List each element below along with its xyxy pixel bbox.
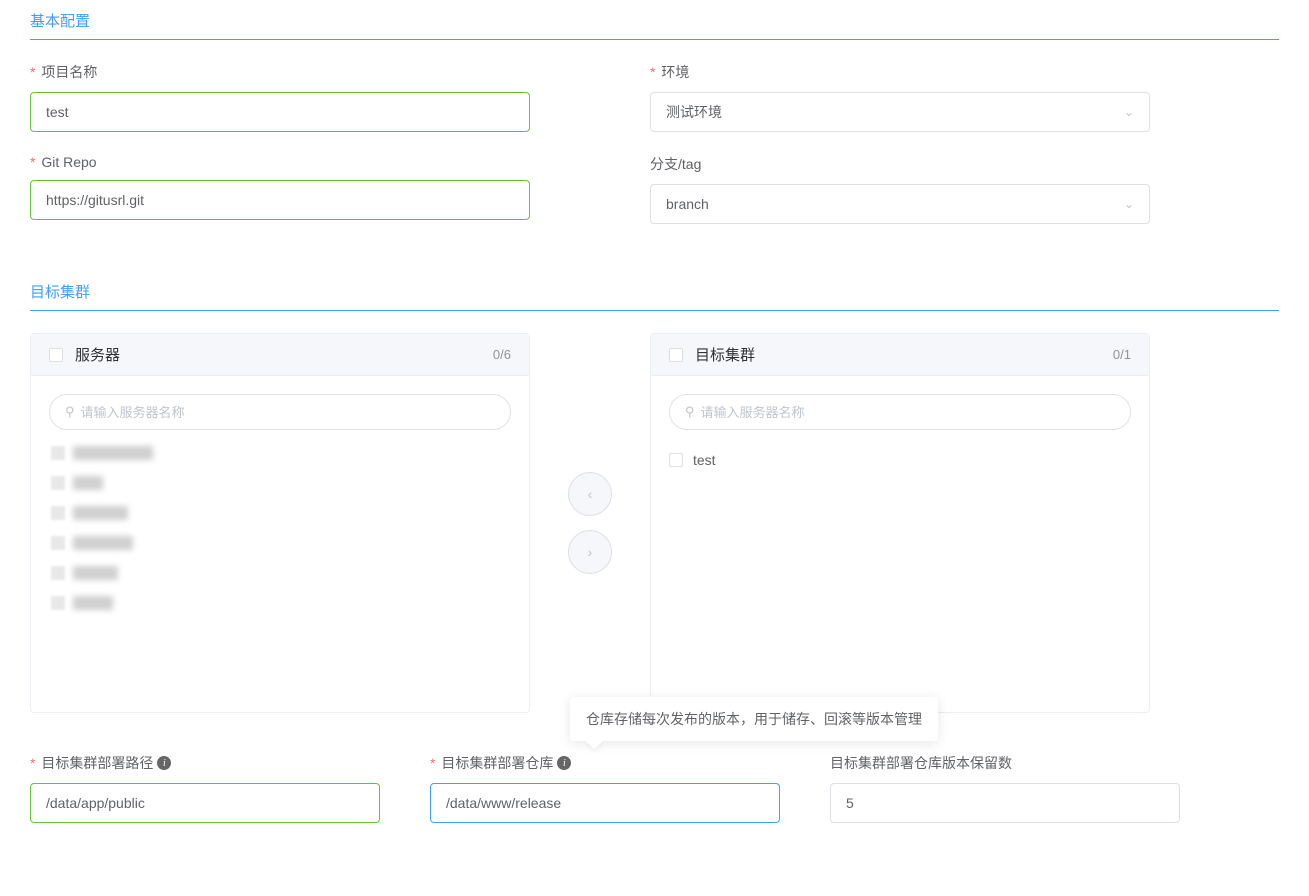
form-item-env: 环境 测试环境 ⌄ — [650, 62, 1150, 132]
info-icon[interactable]: i — [557, 756, 571, 770]
transfer-panel-servers: 服务器 0/6 ⚲ — [30, 333, 530, 713]
list-item-label: test — [693, 452, 716, 468]
search-input-servers[interactable] — [81, 405, 495, 420]
search-input-cluster[interactable] — [701, 405, 1115, 420]
label-keep-count: 目标集群部署仓库版本保留数 — [830, 753, 1180, 773]
label-deploy-repo: 目标集群部署仓库 — [430, 753, 553, 773]
server-list-redacted — [49, 446, 511, 610]
section-target-cluster: 目标集群 — [30, 281, 1279, 311]
transfer-header-left: 服务器 0/6 — [31, 334, 529, 376]
transfer-panel-cluster: 目标集群 0/1 ⚲ test — [650, 333, 1150, 713]
label-branch-tag: 分支/tag — [650, 154, 1150, 174]
transfer-left-button[interactable]: ‹ — [568, 472, 612, 516]
transfer-title-servers: 服务器 — [75, 344, 120, 365]
transfer-widget: 服务器 0/6 ⚲ ‹ › — [30, 333, 1279, 713]
transfer-title-cluster: 目标集群 — [695, 344, 755, 365]
input-deploy-path[interactable] — [30, 783, 380, 823]
select-branch-tag-value: branch — [666, 196, 709, 212]
transfer-count-cluster: 0/1 — [1113, 347, 1131, 362]
search-icon: ⚲ — [685, 404, 695, 420]
label-project-name: 项目名称 — [30, 62, 530, 82]
input-project-name[interactable] — [30, 92, 530, 132]
search-cluster[interactable]: ⚲ — [669, 394, 1131, 430]
info-icon[interactable]: i — [157, 756, 171, 770]
transfer-count-servers: 0/6 — [493, 347, 511, 362]
input-keep-count[interactable] — [830, 783, 1180, 823]
label-git-repo: Git Repo — [30, 154, 530, 170]
chevron-down-icon: ⌄ — [1124, 105, 1134, 119]
input-git-repo[interactable] — [30, 180, 530, 220]
form-item-branch-tag: 分支/tag branch ⌄ — [650, 154, 1150, 224]
label-deploy-path: 目标集群部署路径 — [30, 753, 153, 773]
transfer-buttons: ‹ › — [550, 472, 630, 574]
transfer-right-button[interactable]: › — [568, 530, 612, 574]
form-item-git-repo: Git Repo — [30, 154, 530, 224]
form-item-project-name: 项目名称 — [30, 62, 530, 132]
chevron-right-icon: › — [588, 544, 593, 560]
label-env: 环境 — [650, 62, 1150, 82]
search-servers[interactable]: ⚲ — [49, 394, 511, 430]
checkbox-item[interactable] — [669, 453, 683, 467]
section-basic-config: 基本配置 — [30, 10, 1279, 40]
transfer-header-right: 目标集群 0/1 — [651, 334, 1149, 376]
select-env-value: 测试环境 — [666, 102, 722, 122]
checkbox-all-servers[interactable] — [49, 348, 63, 362]
input-deploy-repo[interactable] — [430, 783, 780, 823]
list-item[interactable]: test — [669, 446, 1131, 474]
form-item-deploy-path: 目标集群部署路径 i — [30, 753, 380, 823]
checkbox-all-cluster[interactable] — [669, 348, 683, 362]
search-icon: ⚲ — [65, 404, 75, 420]
select-branch-tag[interactable]: branch ⌄ — [650, 184, 1150, 224]
tooltip-deploy-repo: 仓库存储每次发布的版本，用于储存、回滚等版本管理 — [570, 697, 938, 741]
form-item-deploy-repo: 仓库存储每次发布的版本，用于储存、回滚等版本管理 目标集群部署仓库 i — [430, 753, 780, 823]
chevron-down-icon: ⌄ — [1124, 197, 1134, 211]
select-env[interactable]: 测试环境 ⌄ — [650, 92, 1150, 132]
form-item-keep-count: 目标集群部署仓库版本保留数 — [830, 753, 1180, 823]
chevron-left-icon: ‹ — [588, 486, 593, 502]
